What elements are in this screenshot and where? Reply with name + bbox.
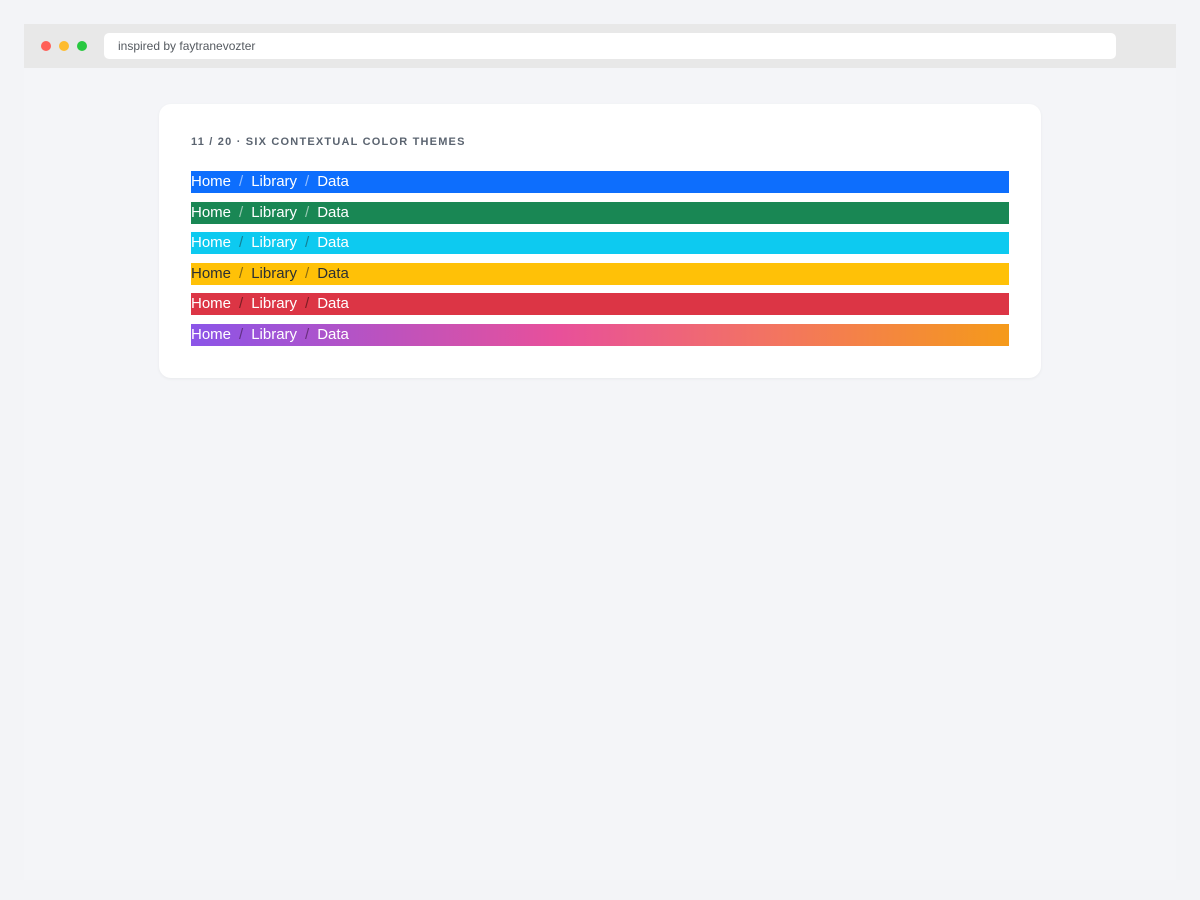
breadcrumb-item-data: Data: [317, 234, 349, 252]
breadcrumb-separator: /: [239, 295, 244, 313]
breadcrumb-separator: /: [239, 325, 244, 343]
breadcrumb-separator: /: [305, 203, 310, 221]
breadcrumb-separator: /: [305, 234, 310, 252]
breadcrumb-item-data: Data: [317, 203, 349, 221]
breadcrumb-item-library[interactable]: Library: [251, 263, 297, 285]
breadcrumb-separator: /: [305, 325, 310, 343]
breadcrumb-item-home[interactable]: Home: [191, 324, 231, 346]
breadcrumb-gradient: Home / Library / Data: [191, 323, 1009, 346]
breadcrumb-item-library[interactable]: Library: [251, 324, 297, 346]
breadcrumb-separator: /: [239, 173, 244, 190]
breadcrumb-list: Home / Library / Data Home / Library / D…: [191, 171, 1009, 355]
breadcrumb-item-library[interactable]: Library: [251, 232, 297, 254]
breadcrumb-info: Home / Library / Data: [191, 232, 1009, 255]
breadcrumb-item-home[interactable]: Home: [191, 171, 231, 193]
breadcrumb-item-data: Data: [317, 264, 349, 282]
maximize-window-icon[interactable]: [77, 41, 87, 51]
card-title: 11 / 20 · SIX CONTEXTUAL COLOR THEMES: [191, 136, 466, 148]
browser-window: inspired by faytranevozter 11 / 20 · SIX…: [24, 24, 1176, 880]
breadcrumb-separator: /: [239, 264, 244, 282]
breadcrumb-item-data: Data: [317, 295, 349, 313]
breadcrumb-item-library[interactable]: Library: [251, 202, 297, 224]
breadcrumb-success: Home / Library / Data: [191, 201, 1009, 224]
breadcrumb-separator: /: [305, 173, 310, 190]
breadcrumb-item-home[interactable]: Home: [191, 293, 231, 315]
breadcrumb-separator: /: [239, 234, 244, 252]
browser-titlebar: inspired by faytranevozter: [24, 24, 1176, 68]
breadcrumb-primary: Home / Library / Data: [191, 171, 1009, 193]
minimize-window-icon[interactable]: [59, 41, 69, 51]
breadcrumb-item-data: Data: [317, 325, 349, 343]
breadcrumb-item-data: Data: [317, 173, 349, 190]
breadcrumb-item-library[interactable]: Library: [251, 171, 297, 193]
breadcrumb-separator: /: [305, 295, 310, 313]
breadcrumb-item-home[interactable]: Home: [191, 232, 231, 254]
address-bar[interactable]: inspired by faytranevozter: [104, 33, 1116, 59]
close-window-icon[interactable]: [41, 41, 51, 51]
breadcrumb-item-library[interactable]: Library: [251, 293, 297, 315]
breadcrumb-item-home[interactable]: Home: [191, 202, 231, 224]
breadcrumb-danger: Home / Library / Data: [191, 293, 1009, 316]
breadcrumb-warning: Home / Library / Data: [191, 262, 1009, 285]
breadcrumb-separator: /: [305, 264, 310, 282]
demo-card: 11 / 20 · SIX CONTEXTUAL COLOR THEMES Ho…: [159, 104, 1041, 378]
breadcrumb-item-home[interactable]: Home: [191, 263, 231, 285]
breadcrumb-separator: /: [239, 203, 244, 221]
